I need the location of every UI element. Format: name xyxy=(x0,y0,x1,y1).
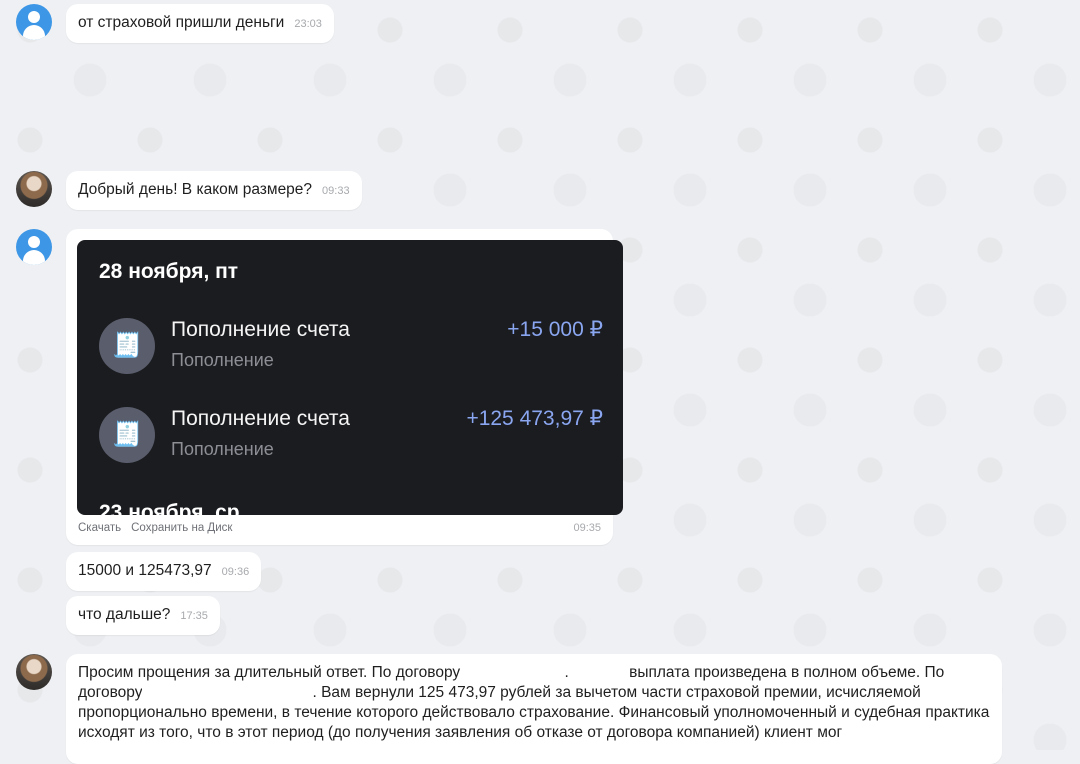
message-text: от страховой пришли деньги xyxy=(78,14,285,31)
message-bubble[interactable]: 15000 и 125473,97 09:36 xyxy=(66,552,262,591)
user-avatar-icon[interactable] xyxy=(16,229,52,265)
agent-avatar[interactable] xyxy=(16,654,52,690)
bank-screenshot-image[interactable]: 28 ноября, пт 🧾 Пополнение счета Пополне… xyxy=(77,240,623,515)
redacted-block xyxy=(568,663,625,683)
download-link[interactable]: Скачать xyxy=(78,518,121,538)
message-bubble[interactable]: что дальше? 17:35 xyxy=(66,596,220,635)
message-row: что дальше? 17:35 xyxy=(16,596,220,635)
save-to-disk-link[interactable]: Сохранить на Диск xyxy=(131,518,232,538)
message-bubble[interactable]: Добрый день! В каком размере? 09:33 xyxy=(66,171,362,210)
image-message-bubble[interactable]: 28 ноября, пт 🧾 Пополнение счета Пополне… xyxy=(66,229,623,545)
message-time: 17:35 xyxy=(180,610,208,622)
message-text: Добрый день! В каком размере? xyxy=(78,181,313,198)
message-time: 23:03 xyxy=(294,18,322,30)
message-row: 28 ноября, пт 🧾 Пополнение счета Пополне… xyxy=(16,229,623,545)
image-actions: Скачать Сохранить на Диск 09:35 xyxy=(78,518,601,538)
message-text: что дальше? xyxy=(78,606,171,623)
transaction-title: Пополнение счета xyxy=(171,318,350,341)
user-avatar-icon[interactable] xyxy=(16,4,52,40)
message-time: 09:33 xyxy=(322,185,350,197)
agent-avatar[interactable] xyxy=(16,171,52,207)
receipt-icon: 🧾 xyxy=(99,318,155,374)
next-date-cut: 23 ноября, ср xyxy=(99,501,240,515)
message-bubble[interactable]: Просим прощения за длительный ответ. По … xyxy=(66,654,1002,764)
transaction-item: 🧾 Пополнение счета Пополнение +125 473,9… xyxy=(99,407,603,467)
transactions-date: 28 ноября, пт xyxy=(99,260,239,283)
transaction-item: 🧾 Пополнение счета Пополнение +15 000 ₽ xyxy=(99,318,603,378)
message-row: Просим прощения за длительный ответ. По … xyxy=(16,654,1002,764)
message-text: Просим прощения за длительный ответ. По … xyxy=(78,663,990,741)
receipt-icon: 🧾 xyxy=(99,407,155,463)
redacted-block xyxy=(142,683,313,703)
redacted-block xyxy=(464,663,565,683)
message-time: 09:36 xyxy=(221,566,250,578)
transaction-subtitle: Пополнение xyxy=(171,439,274,459)
transaction-subtitle: Пополнение xyxy=(171,350,274,370)
transaction-amount: +15 000 ₽ xyxy=(507,318,603,341)
message-text: 15000 и 125473,97 xyxy=(78,562,212,579)
message-row: от страховой пришли деньги 23:03 xyxy=(16,4,334,43)
message-time: 09:35 xyxy=(573,522,601,534)
message-row: Добрый день! В каком размере? 09:33 xyxy=(16,171,362,210)
message-row: 15000 и 125473,97 09:36 xyxy=(16,552,262,591)
message-bubble[interactable]: от страховой пришли деньги 23:03 xyxy=(66,4,334,43)
transaction-amount: +125 473,97 ₽ xyxy=(466,407,603,430)
transaction-title: Пополнение счета xyxy=(171,407,350,430)
